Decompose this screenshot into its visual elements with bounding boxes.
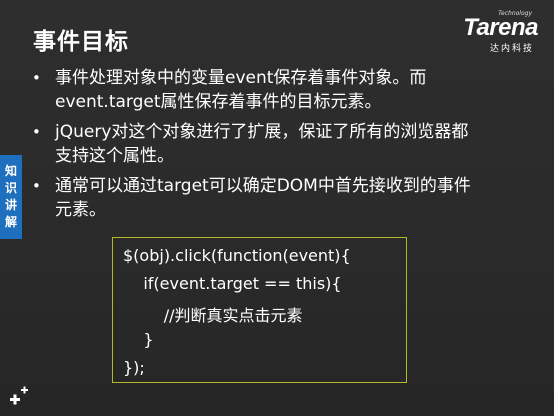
bullet-item: • jQuery对这个对象进行了扩展，保证了所有的浏览器都 支持这个属性。 bbox=[28, 120, 528, 168]
side-tab-char: 讲 bbox=[4, 198, 17, 212]
bullet-dot: • bbox=[32, 123, 41, 141]
bullet-line: 元素。 bbox=[55, 200, 106, 220]
slide: 事件目标 Technology Tarena 达内科技 知 识 讲 解 • 事件… bbox=[0, 0, 554, 416]
bullet-dot: • bbox=[32, 69, 41, 87]
code-box: $(obj).click(function(event){ if(event.t… bbox=[112, 237, 407, 383]
bullet-dot: • bbox=[32, 177, 41, 195]
side-tab-char: 解 bbox=[4, 215, 17, 229]
knowledge-explanation-tab: 知 识 讲 解 bbox=[0, 155, 22, 239]
slide-title: 事件目标 bbox=[33, 29, 129, 55]
code-line: $(obj).click(function(event){ bbox=[123, 246, 351, 265]
side-tab-char: 识 bbox=[4, 181, 17, 195]
bullet-line: jQuery对这个对象进行了扩展，保证了所有的浏览器都 bbox=[55, 122, 469, 142]
bullet-list: • 事件处理对象中的变量event保存着事件对象。而 event.target属… bbox=[28, 66, 528, 228]
code-line: if(event.target == this){ bbox=[123, 274, 342, 293]
bullet-line: 通常可以通过target可以确定DOM中首先接收到的事件 bbox=[55, 176, 471, 196]
bullet-line: 支持这个属性。 bbox=[55, 146, 174, 166]
bullet-item: • 通常可以通过target可以确定DOM中首先接收到的事件 元素。 bbox=[28, 174, 528, 222]
bullet-line: event.target属性保存着事件的目标元素。 bbox=[55, 92, 382, 112]
code-line: } bbox=[123, 330, 154, 349]
code-line: }); bbox=[123, 358, 145, 377]
side-tab-char: 知 bbox=[4, 164, 17, 178]
code-line: //判断真实点击元素 bbox=[123, 306, 303, 325]
logo-name: Tarena bbox=[463, 14, 538, 41]
bullet-item: • 事件处理对象中的变量event保存着事件对象。而 event.target属… bbox=[28, 66, 528, 114]
plus-cross-icon bbox=[10, 386, 28, 405]
tarena-logo: Technology Tarena 达内科技 bbox=[446, 10, 546, 54]
bullet-line: 事件处理对象中的变量event保存着事件对象。而 bbox=[55, 68, 427, 88]
logo-subtitle: 达内科技 bbox=[489, 44, 534, 54]
